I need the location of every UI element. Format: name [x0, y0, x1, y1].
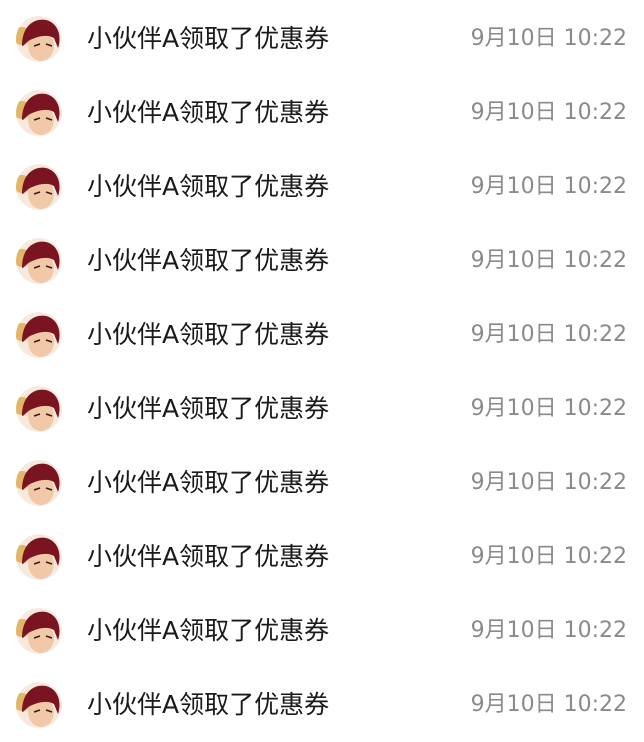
- activity-text: 小伙伴A领取了优惠券: [87, 24, 330, 53]
- list-item[interactable]: 小伙伴A领取了优惠券 9月10日 10:22: [0, 520, 644, 594]
- list-item[interactable]: 小伙伴A领取了优惠券 9月10日 10:22: [0, 446, 644, 520]
- user-avatar-icon: [16, 386, 62, 432]
- list-item[interactable]: 小伙伴A领取了优惠券 9月10日 10:22: [0, 150, 644, 224]
- activity-time: 9月10日 10:22: [470, 618, 627, 643]
- user-avatar-icon: [16, 460, 62, 506]
- activity-text: 小伙伴A领取了优惠券: [87, 98, 330, 127]
- user-avatar-icon: [16, 164, 62, 210]
- activity-time: 9月10日 10:22: [470, 248, 627, 273]
- list-item[interactable]: 小伙伴A领取了优惠券 9月10日 10:22: [0, 2, 644, 76]
- activity-time: 9月10日 10:22: [470, 322, 627, 347]
- activity-text: 小伙伴A领取了优惠券: [87, 690, 330, 719]
- list-item[interactable]: 小伙伴A领取了优惠券 9月10日 10:22: [0, 668, 644, 742]
- activity-time: 9月10日 10:22: [470, 396, 627, 421]
- list-item[interactable]: 小伙伴A领取了优惠券 9月10日 10:22: [0, 76, 644, 150]
- user-avatar-icon: [16, 16, 62, 62]
- activity-text: 小伙伴A领取了优惠券: [87, 320, 330, 349]
- activity-time: 9月10日 10:22: [470, 174, 627, 199]
- activity-text: 小伙伴A领取了优惠券: [87, 172, 330, 201]
- list-item[interactable]: 小伙伴A领取了优惠券 9月10日 10:22: [0, 594, 644, 668]
- activity-text: 小伙伴A领取了优惠券: [87, 468, 330, 497]
- list-item[interactable]: 小伙伴A领取了优惠券 9月10日 10:22: [0, 298, 644, 372]
- user-avatar-icon: [16, 682, 62, 728]
- user-avatar-icon: [16, 534, 62, 580]
- activity-text: 小伙伴A领取了优惠券: [87, 616, 330, 645]
- activity-text: 小伙伴A领取了优惠券: [87, 542, 330, 571]
- activity-time: 9月10日 10:22: [470, 544, 627, 569]
- activity-time: 9月10日 10:22: [470, 100, 627, 125]
- user-avatar-icon: [16, 608, 62, 654]
- user-avatar-icon: [16, 238, 62, 284]
- list-item[interactable]: 小伙伴A领取了优惠券 9月10日 10:22: [0, 372, 644, 446]
- user-avatar-icon: [16, 312, 62, 358]
- list-item[interactable]: 小伙伴A领取了优惠券 9月10日 10:22: [0, 224, 644, 298]
- activity-time: 9月10日 10:22: [470, 692, 627, 717]
- activity-text: 小伙伴A领取了优惠券: [87, 246, 330, 275]
- activity-time: 9月10日 10:22: [470, 470, 627, 495]
- activity-time: 9月10日 10:22: [470, 26, 627, 51]
- user-avatar-icon: [16, 90, 62, 136]
- activity-list: 小伙伴A领取了优惠券 9月10日 10:22 小伙伴A领取了优惠券 9月10日 …: [0, 0, 644, 740]
- activity-text: 小伙伴A领取了优惠券: [87, 394, 330, 423]
